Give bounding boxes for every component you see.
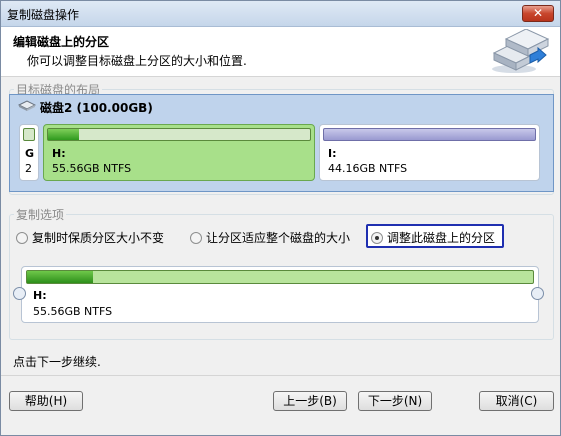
partition-name: I: — [328, 147, 337, 160]
cancel-button[interactable]: 取消(C) — [479, 391, 554, 411]
option-fit-disk[interactable]: 让分区适应整个磁盘的大小 — [190, 229, 350, 247]
disk-label-text: 磁盘2 (100.00GB) — [40, 101, 153, 115]
partition-g[interactable]: G 2 — [19, 124, 39, 181]
radio-button[interactable] — [16, 231, 28, 244]
option-keep-size[interactable]: 复制时保质分区大小不变 — [16, 229, 164, 247]
radio-button[interactable] — [190, 231, 202, 244]
resize-handle-left[interactable] — [13, 287, 26, 300]
partition-usage-fill — [27, 271, 93, 283]
hard-disk-icon — [18, 100, 36, 111]
radio-button-selected[interactable] — [371, 231, 383, 244]
page-subtitle: 你可以调整目标磁盘上分区的大小和位置. — [27, 54, 247, 68]
close-icon: ✕ — [532, 6, 544, 20]
partition-name: G — [25, 147, 35, 160]
close-button[interactable]: ✕ — [522, 5, 554, 22]
wizard-header: 编辑磁盘上的分区 你可以调整目标磁盘上分区的大小和位置. — [1, 27, 560, 77]
option-label: 调整此磁盘上的分区 — [387, 231, 496, 245]
partition-h[interactable]: H: 55.56GB NTFS — [43, 124, 315, 181]
partition-usage-bar — [323, 128, 536, 141]
status-text: 点击下一步继续. — [13, 355, 101, 369]
page-title: 编辑磁盘上的分区 — [13, 35, 110, 49]
copy-disk-dialog: 复制磁盘操作 ✕ 编辑磁盘上的分区 你可以调整目标磁盘上分区的大小和位置. 目标… — [0, 0, 561, 436]
partition-usage-bar — [23, 128, 35, 141]
resize-handle-right[interactable] — [531, 287, 544, 300]
partition-info: 2 — [25, 162, 32, 175]
option-label: 让分区适应整个磁盘的大小 — [206, 231, 351, 245]
help-button[interactable]: 帮助(H) — [9, 391, 83, 411]
partition-info: 44.16GB NTFS — [328, 162, 408, 175]
partition-usage-bar — [47, 128, 311, 141]
title-bar: 复制磁盘操作 ✕ — [1, 1, 560, 27]
option-adjust-partitions[interactable]: 调整此磁盘上的分区 — [371, 229, 495, 247]
back-button[interactable]: 上一步(B) — [273, 391, 347, 411]
partition-usage-fill — [48, 129, 80, 140]
partition-i[interactable]: I: 44.16GB NTFS — [319, 124, 540, 181]
partition-info: 55.56GB NTFS — [52, 162, 132, 175]
partition-info: 55.56GB NTFS — [33, 305, 113, 318]
disk-copy-icon — [492, 29, 550, 73]
option-label: 复制时保质分区大小不变 — [32, 231, 165, 245]
next-button[interactable]: 下一步(N) — [358, 391, 432, 411]
partition-usage-bar — [26, 270, 534, 284]
partition-resize-panel[interactable]: H: 55.56GB NTFS — [21, 266, 539, 323]
copy-options-legend: 复制选项 — [16, 208, 65, 222]
divider — [1, 375, 560, 376]
window-title: 复制磁盘操作 — [7, 8, 80, 22]
partition-name: H: — [52, 147, 66, 160]
partition-name: H: — [33, 289, 47, 302]
